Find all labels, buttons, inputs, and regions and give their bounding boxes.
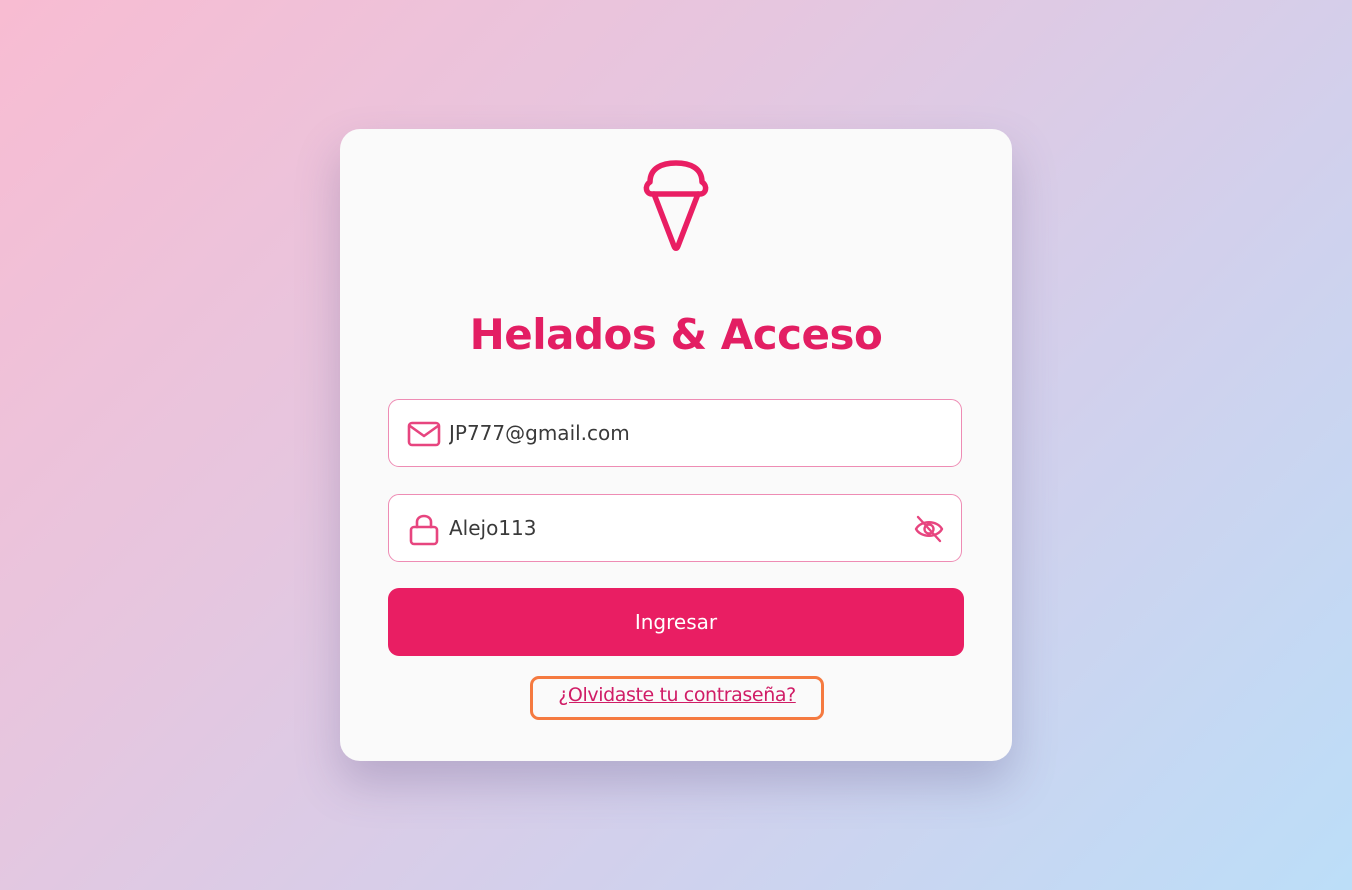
ice-cream-icon — [643, 160, 709, 251]
page-title: Helados & Acceso — [469, 310, 883, 359]
forgot-password-highlight: ¿Olvidaste tu contraseña? — [530, 676, 824, 720]
mail-icon — [407, 421, 441, 447]
email-field — [388, 399, 962, 467]
email-input[interactable] — [449, 412, 889, 454]
lock-icon — [409, 514, 439, 546]
password-input[interactable] — [449, 507, 889, 549]
login-button[interactable]: Ingresar — [388, 588, 964, 656]
forgot-password-link[interactable]: ¿Olvidaste tu contraseña? — [558, 684, 796, 706]
eye-off-icon[interactable] — [913, 513, 945, 545]
password-field — [388, 494, 962, 562]
